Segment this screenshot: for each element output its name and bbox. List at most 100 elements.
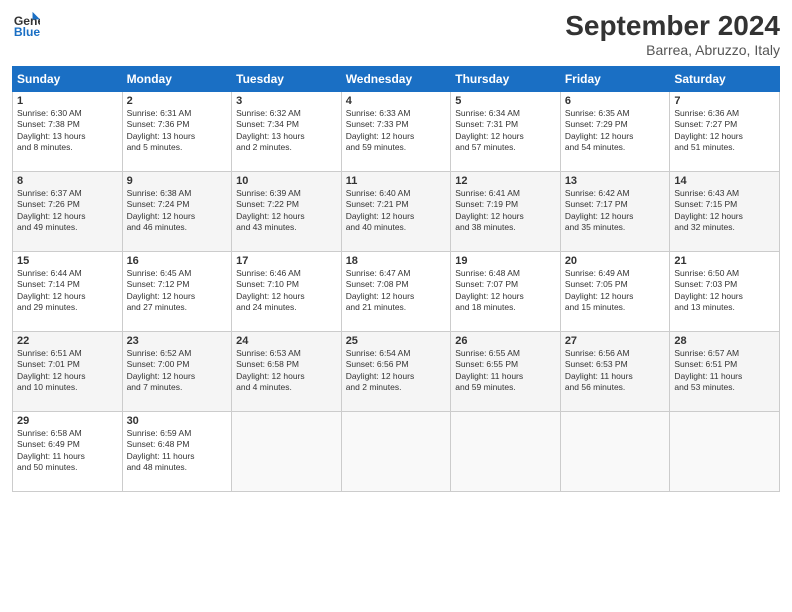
day-number: 19 — [455, 255, 556, 267]
calendar-cell-w1d2: 2Sunrise: 6:31 AM Sunset: 7:36 PM Daylig… — [122, 92, 232, 172]
day-number: 21 — [674, 255, 775, 267]
col-tuesday: Tuesday — [232, 67, 342, 92]
day-number: 27 — [565, 335, 666, 347]
day-number: 15 — [17, 255, 118, 267]
day-info: Sunrise: 6:42 AM Sunset: 7:17 PM Dayligh… — [565, 188, 666, 234]
day-info: Sunrise: 6:58 AM Sunset: 6:49 PM Dayligh… — [17, 428, 118, 474]
day-number: 5 — [455, 95, 556, 107]
calendar-cell-w2d1: 8Sunrise: 6:37 AM Sunset: 7:26 PM Daylig… — [13, 172, 123, 252]
day-number: 10 — [236, 175, 337, 187]
day-number: 13 — [565, 175, 666, 187]
day-info: Sunrise: 6:41 AM Sunset: 7:19 PM Dayligh… — [455, 188, 556, 234]
calendar-cell-w2d2: 9Sunrise: 6:38 AM Sunset: 7:24 PM Daylig… — [122, 172, 232, 252]
calendar-cell-w4d4: 25Sunrise: 6:54 AM Sunset: 6:56 PM Dayli… — [341, 332, 451, 412]
day-info: Sunrise: 6:46 AM Sunset: 7:10 PM Dayligh… — [236, 268, 337, 314]
day-info: Sunrise: 6:43 AM Sunset: 7:15 PM Dayligh… — [674, 188, 775, 234]
calendar-cell-w5d5 — [451, 412, 561, 492]
col-thursday: Thursday — [451, 67, 561, 92]
calendar-cell-w3d7: 21Sunrise: 6:50 AM Sunset: 7:03 PM Dayli… — [670, 252, 780, 332]
calendar-cell-w3d4: 18Sunrise: 6:47 AM Sunset: 7:08 PM Dayli… — [341, 252, 451, 332]
day-info: Sunrise: 6:45 AM Sunset: 7:12 PM Dayligh… — [127, 268, 228, 314]
calendar-cell-w3d5: 19Sunrise: 6:48 AM Sunset: 7:07 PM Dayli… — [451, 252, 561, 332]
calendar-cell-w2d6: 13Sunrise: 6:42 AM Sunset: 7:17 PM Dayli… — [560, 172, 670, 252]
day-info: Sunrise: 6:30 AM Sunset: 7:38 PM Dayligh… — [17, 108, 118, 154]
week-row-4: 22Sunrise: 6:51 AM Sunset: 7:01 PM Dayli… — [13, 332, 780, 412]
day-number: 20 — [565, 255, 666, 267]
calendar-cell-w5d1: 29Sunrise: 6:58 AM Sunset: 6:49 PM Dayli… — [13, 412, 123, 492]
week-row-3: 15Sunrise: 6:44 AM Sunset: 7:14 PM Dayli… — [13, 252, 780, 332]
day-number: 9 — [127, 175, 228, 187]
day-info: Sunrise: 6:32 AM Sunset: 7:34 PM Dayligh… — [236, 108, 337, 154]
calendar-header-row: Sunday Monday Tuesday Wednesday Thursday… — [13, 67, 780, 92]
week-row-2: 8Sunrise: 6:37 AM Sunset: 7:26 PM Daylig… — [13, 172, 780, 252]
day-info: Sunrise: 6:35 AM Sunset: 7:29 PM Dayligh… — [565, 108, 666, 154]
calendar-cell-w4d3: 24Sunrise: 6:53 AM Sunset: 6:58 PM Dayli… — [232, 332, 342, 412]
header: General Blue September 2024 Barrea, Abru… — [12, 10, 780, 58]
day-info: Sunrise: 6:31 AM Sunset: 7:36 PM Dayligh… — [127, 108, 228, 154]
day-number: 17 — [236, 255, 337, 267]
day-info: Sunrise: 6:54 AM Sunset: 6:56 PM Dayligh… — [346, 348, 447, 394]
calendar-cell-w5d4 — [341, 412, 451, 492]
calendar-cell-w5d3 — [232, 412, 342, 492]
day-number: 18 — [346, 255, 447, 267]
day-info: Sunrise: 6:37 AM Sunset: 7:26 PM Dayligh… — [17, 188, 118, 234]
day-number: 4 — [346, 95, 447, 107]
day-number: 7 — [674, 95, 775, 107]
calendar-cell-w3d3: 17Sunrise: 6:46 AM Sunset: 7:10 PM Dayli… — [232, 252, 342, 332]
calendar-cell-w3d1: 15Sunrise: 6:44 AM Sunset: 7:14 PM Dayli… — [13, 252, 123, 332]
day-number: 28 — [674, 335, 775, 347]
calendar-cell-w4d2: 23Sunrise: 6:52 AM Sunset: 7:00 PM Dayli… — [122, 332, 232, 412]
calendar-cell-w4d6: 27Sunrise: 6:56 AM Sunset: 6:53 PM Dayli… — [560, 332, 670, 412]
day-number: 30 — [127, 415, 228, 427]
calendar-cell-w1d1: 1Sunrise: 6:30 AM Sunset: 7:38 PM Daylig… — [13, 92, 123, 172]
day-info: Sunrise: 6:55 AM Sunset: 6:55 PM Dayligh… — [455, 348, 556, 394]
location: Barrea, Abruzzo, Italy — [565, 42, 780, 58]
calendar-cell-w2d3: 10Sunrise: 6:39 AM Sunset: 7:22 PM Dayli… — [232, 172, 342, 252]
col-saturday: Saturday — [670, 67, 780, 92]
day-info: Sunrise: 6:33 AM Sunset: 7:33 PM Dayligh… — [346, 108, 447, 154]
day-info: Sunrise: 6:38 AM Sunset: 7:24 PM Dayligh… — [127, 188, 228, 234]
week-row-1: 1Sunrise: 6:30 AM Sunset: 7:38 PM Daylig… — [13, 92, 780, 172]
calendar-cell-w1d3: 3Sunrise: 6:32 AM Sunset: 7:34 PM Daylig… — [232, 92, 342, 172]
calendar: Sunday Monday Tuesday Wednesday Thursday… — [12, 66, 780, 492]
day-info: Sunrise: 6:50 AM Sunset: 7:03 PM Dayligh… — [674, 268, 775, 314]
title-section: September 2024 Barrea, Abruzzo, Italy — [565, 10, 780, 58]
day-info: Sunrise: 6:53 AM Sunset: 6:58 PM Dayligh… — [236, 348, 337, 394]
day-number: 25 — [346, 335, 447, 347]
day-info: Sunrise: 6:39 AM Sunset: 7:22 PM Dayligh… — [236, 188, 337, 234]
day-info: Sunrise: 6:49 AM Sunset: 7:05 PM Dayligh… — [565, 268, 666, 314]
day-number: 2 — [127, 95, 228, 107]
calendar-cell-w4d7: 28Sunrise: 6:57 AM Sunset: 6:51 PM Dayli… — [670, 332, 780, 412]
svg-text:Blue: Blue — [14, 25, 40, 38]
day-number: 12 — [455, 175, 556, 187]
day-number: 22 — [17, 335, 118, 347]
day-number: 3 — [236, 95, 337, 107]
col-wednesday: Wednesday — [341, 67, 451, 92]
calendar-cell-w1d4: 4Sunrise: 6:33 AM Sunset: 7:33 PM Daylig… — [341, 92, 451, 172]
col-sunday: Sunday — [13, 67, 123, 92]
day-info: Sunrise: 6:40 AM Sunset: 7:21 PM Dayligh… — [346, 188, 447, 234]
calendar-cell-w5d6 — [560, 412, 670, 492]
day-info: Sunrise: 6:47 AM Sunset: 7:08 PM Dayligh… — [346, 268, 447, 314]
month-title: September 2024 — [565, 10, 780, 42]
day-info: Sunrise: 6:44 AM Sunset: 7:14 PM Dayligh… — [17, 268, 118, 314]
day-number: 26 — [455, 335, 556, 347]
calendar-cell-w2d4: 11Sunrise: 6:40 AM Sunset: 7:21 PM Dayli… — [341, 172, 451, 252]
day-info: Sunrise: 6:51 AM Sunset: 7:01 PM Dayligh… — [17, 348, 118, 394]
col-monday: Monday — [122, 67, 232, 92]
day-info: Sunrise: 6:52 AM Sunset: 7:00 PM Dayligh… — [127, 348, 228, 394]
day-info: Sunrise: 6:48 AM Sunset: 7:07 PM Dayligh… — [455, 268, 556, 314]
calendar-cell-w5d2: 30Sunrise: 6:59 AM Sunset: 6:48 PM Dayli… — [122, 412, 232, 492]
calendar-cell-w4d1: 22Sunrise: 6:51 AM Sunset: 7:01 PM Dayli… — [13, 332, 123, 412]
day-number: 16 — [127, 255, 228, 267]
calendar-cell-w3d6: 20Sunrise: 6:49 AM Sunset: 7:05 PM Dayli… — [560, 252, 670, 332]
day-info: Sunrise: 6:34 AM Sunset: 7:31 PM Dayligh… — [455, 108, 556, 154]
day-info: Sunrise: 6:36 AM Sunset: 7:27 PM Dayligh… — [674, 108, 775, 154]
day-info: Sunrise: 6:59 AM Sunset: 6:48 PM Dayligh… — [127, 428, 228, 474]
page-container: General Blue September 2024 Barrea, Abru… — [0, 0, 792, 612]
calendar-cell-w1d6: 6Sunrise: 6:35 AM Sunset: 7:29 PM Daylig… — [560, 92, 670, 172]
day-number: 11 — [346, 175, 447, 187]
day-number: 6 — [565, 95, 666, 107]
calendar-cell-w2d5: 12Sunrise: 6:41 AM Sunset: 7:19 PM Dayli… — [451, 172, 561, 252]
logo-icon: General Blue — [12, 10, 40, 38]
